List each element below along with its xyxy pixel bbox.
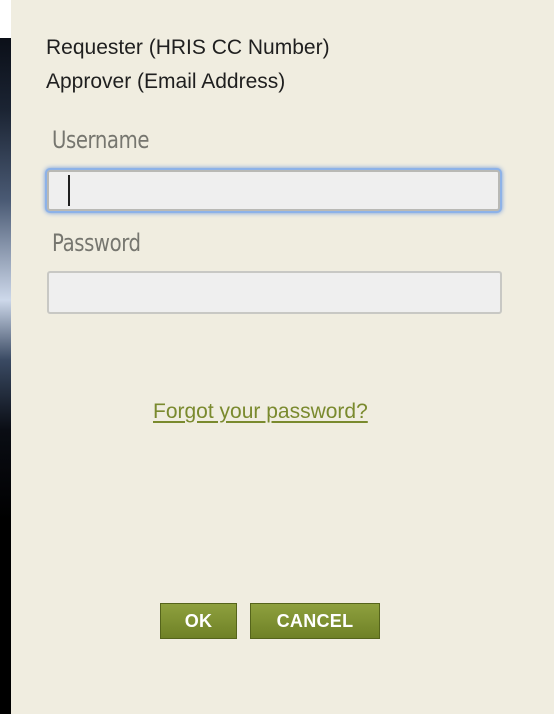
requester-info: Requester (HRIS CC Number) [46,36,330,59]
username-input[interactable] [47,170,500,211]
ok-button[interactable]: OK [160,603,237,639]
approver-info: Approver (Email Address) [46,70,286,93]
cancel-button[interactable]: CANCEL [250,603,380,639]
password-input[interactable] [47,271,502,314]
background-image-strip [0,0,11,714]
forgot-password-link[interactable]: Forgot your password? [153,401,368,422]
username-label: Username [52,126,150,154]
login-panel: Requester (HRIS CC Number) Approver (Ema… [11,0,554,714]
password-label: Password [52,229,141,257]
text-cursor [68,175,70,206]
